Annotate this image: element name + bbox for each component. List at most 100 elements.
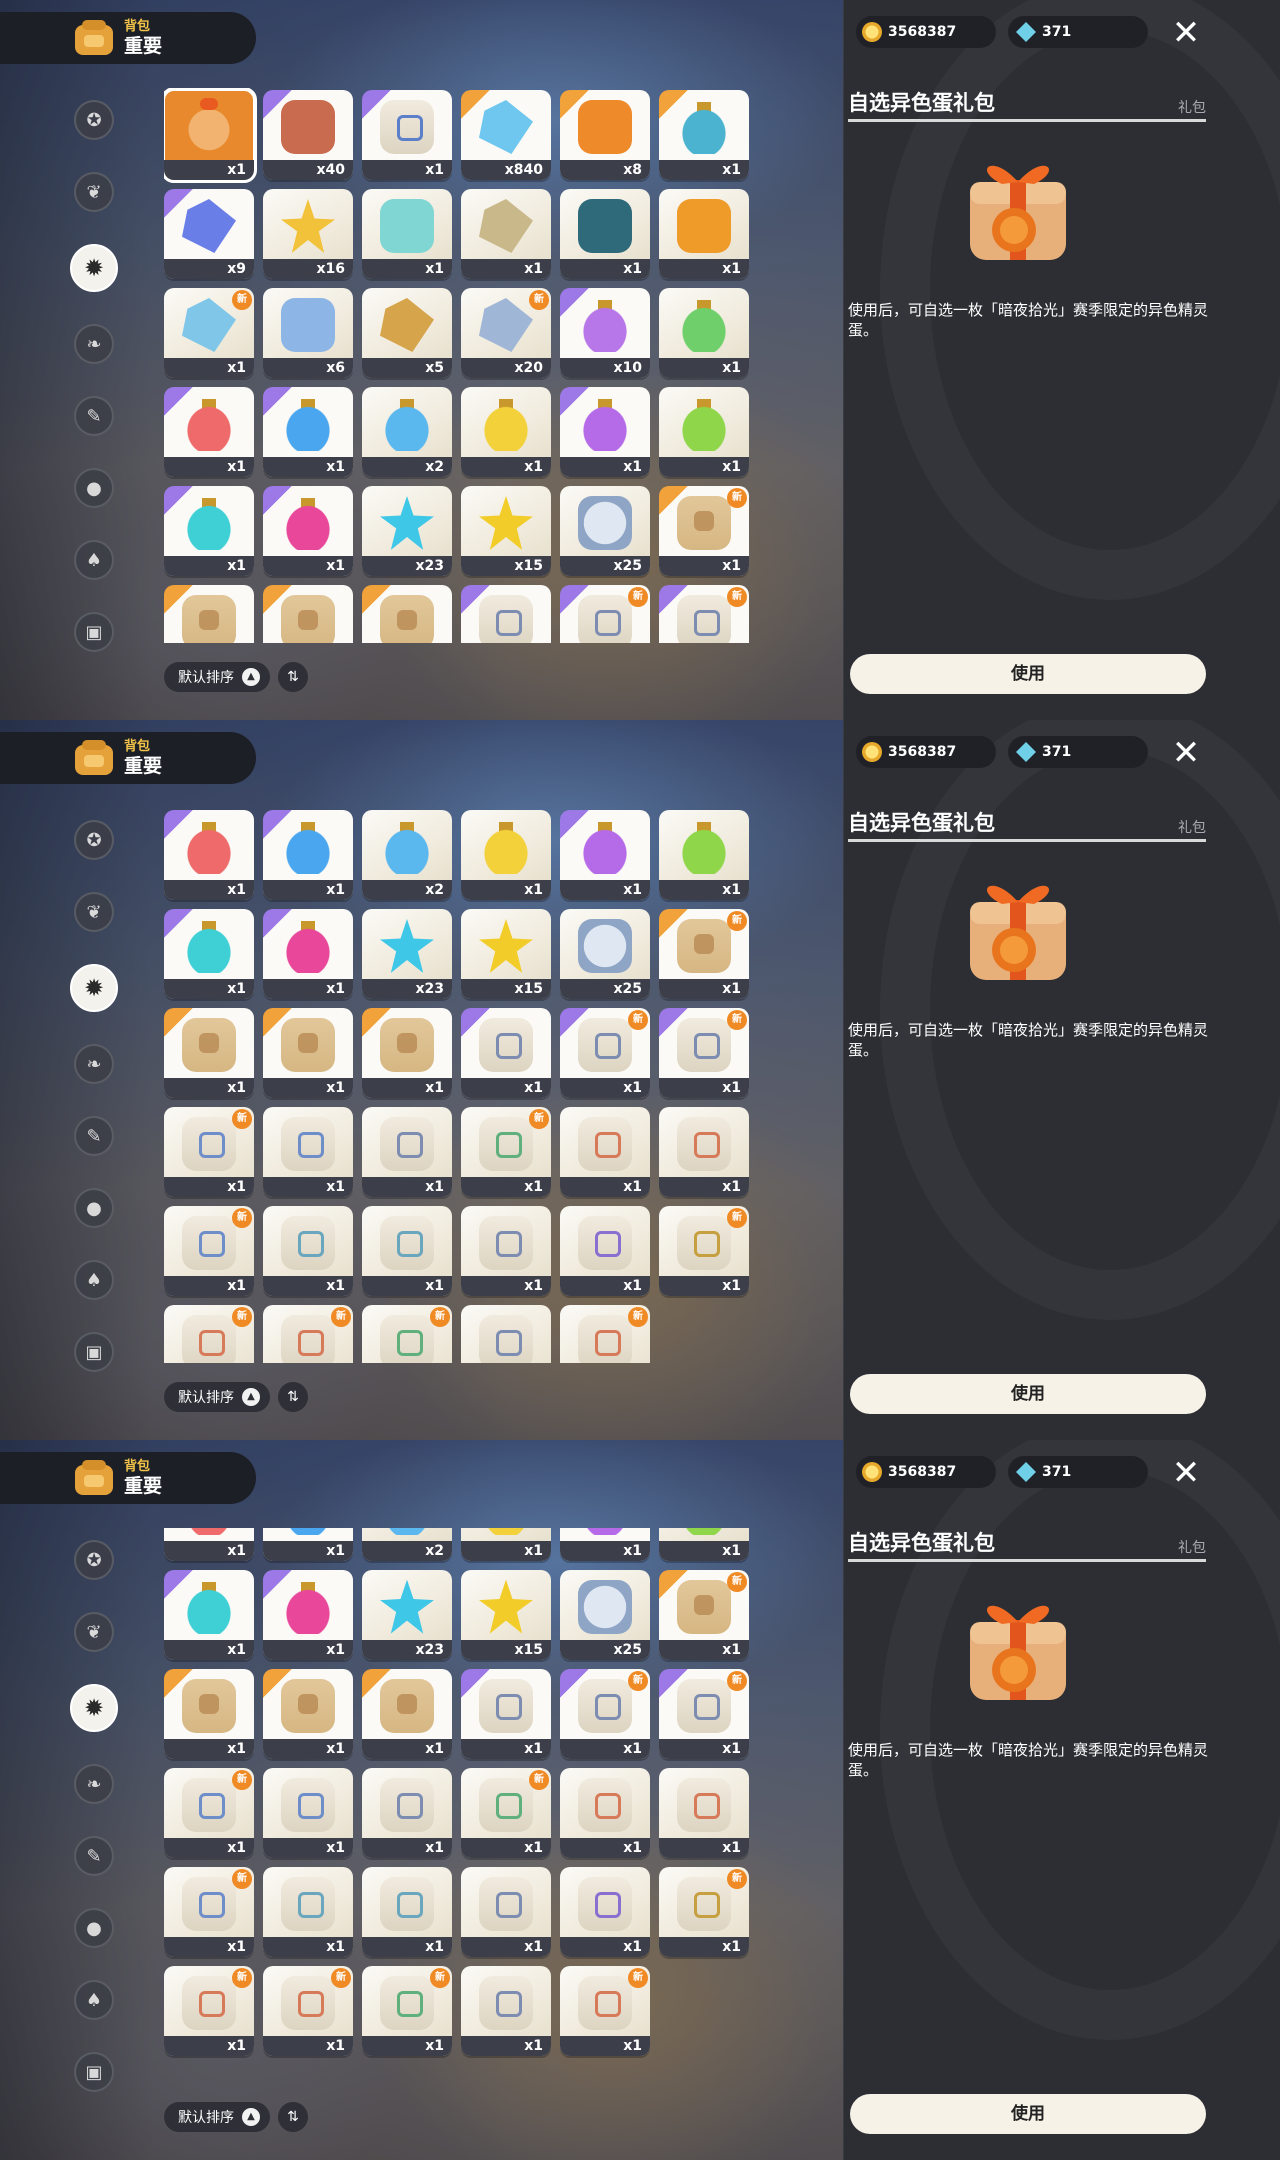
inventory-slot[interactable]: x15 bbox=[461, 486, 551, 576]
inventory-slot[interactable]: x1新 bbox=[560, 1008, 650, 1098]
inventory-slot[interactable]: x1新 bbox=[461, 1107, 551, 1197]
inventory-grid-viewport[interactable]: x1x40x1x840x8x1x9x16x1x1x1x1x1新x6x5x20新x… bbox=[164, 88, 754, 643]
inventory-slot[interactable]: x6 bbox=[263, 288, 353, 378]
inventory-slot[interactable]: x1新 bbox=[164, 1206, 254, 1296]
inventory-slot[interactable]: x1 bbox=[461, 1866, 551, 1957]
sort-dropdown[interactable]: 默认排序 ▲ bbox=[164, 2102, 270, 2132]
inventory-slot[interactable]: x2 bbox=[362, 1528, 452, 1561]
inventory-grid-viewport[interactable]: x1x40x1x840x8x1x9x16x1x1x1x1x1新x6x5x20新x… bbox=[164, 1528, 754, 2083]
inventory-slot[interactable]: x1新 bbox=[659, 1008, 749, 1098]
inventory-slot[interactable]: x10 bbox=[560, 288, 650, 378]
inventory-slot[interactable]: x1 bbox=[461, 1008, 551, 1098]
inventory-slot[interactable]: x1 bbox=[164, 88, 257, 183]
inventory-slot[interactable]: x1 bbox=[659, 288, 749, 378]
inventory-slot[interactable]: x1 bbox=[362, 1767, 452, 1858]
inventory-slot[interactable]: x1 bbox=[362, 1206, 452, 1296]
inventory-slot[interactable]: x1 bbox=[362, 1668, 452, 1759]
inventory-slot[interactable]: x1新 bbox=[560, 1965, 650, 2056]
inventory-slot[interactable]: x1 bbox=[164, 1008, 254, 1098]
inventory-slot[interactable]: x15 bbox=[461, 909, 551, 999]
inventory-slot[interactable]: x1 bbox=[263, 1206, 353, 1296]
inventory-slot[interactable]: x23 bbox=[362, 909, 452, 999]
inventory-slot[interactable]: x1新 bbox=[164, 288, 254, 378]
inventory-slot[interactable]: x25 bbox=[560, 1569, 650, 1660]
inventory-slot[interactable]: x1新 bbox=[560, 585, 650, 643]
nav-sprout-icon[interactable]: ❦ bbox=[74, 1612, 114, 1652]
nav-seal-icon[interactable]: ✹ bbox=[70, 244, 118, 292]
inventory-slot[interactable]: x20 新 bbox=[461, 288, 551, 378]
use-button[interactable]: 使用 bbox=[850, 654, 1206, 694]
nav-sprout-icon[interactable]: ❦ bbox=[74, 892, 114, 932]
use-button[interactable]: 使用 bbox=[850, 1374, 1206, 1414]
nav-star-icon[interactable]: ✪ bbox=[74, 100, 114, 140]
inventory-slot[interactable]: x1新 bbox=[164, 1866, 254, 1957]
inventory-slot[interactable]: x1新 bbox=[560, 1305, 650, 1363]
inventory-slot[interactable]: x1 bbox=[263, 1107, 353, 1197]
inventory-slot[interactable]: x1新 bbox=[659, 1668, 749, 1759]
nav-star-icon[interactable]: ✪ bbox=[74, 1540, 114, 1580]
inventory-slot[interactable]: x1 bbox=[560, 1107, 650, 1197]
sort-order-toggle-icon[interactable]: ⇅ bbox=[278, 662, 308, 692]
inventory-slot[interactable]: x1 bbox=[263, 1767, 353, 1858]
inventory-slot[interactable]: x1 bbox=[461, 1668, 551, 1759]
inventory-slot[interactable]: x1新 bbox=[164, 1305, 254, 1363]
inventory-slot[interactable]: x1 bbox=[362, 90, 452, 180]
nav-leaf-icon[interactable]: ❧ bbox=[74, 1764, 114, 1804]
inventory-slot[interactable]: x1 bbox=[461, 1305, 551, 1363]
nav-chest-icon[interactable]: ▣ bbox=[74, 612, 114, 652]
inventory-slot[interactable]: x1新 bbox=[659, 909, 749, 999]
inventory-slot[interactable]: x1新 bbox=[263, 1965, 353, 2056]
inventory-slot[interactable]: x1 bbox=[659, 1528, 749, 1561]
inventory-slot[interactable]: x5 bbox=[362, 288, 452, 378]
inventory-slot[interactable]: x1 bbox=[659, 90, 749, 180]
inventory-slot[interactable]: x1 bbox=[659, 1767, 749, 1858]
nav-acorn-icon[interactable]: ♠ bbox=[74, 540, 114, 580]
sort-order-toggle-icon[interactable]: ⇅ bbox=[278, 2102, 308, 2132]
nav-acorn-icon[interactable]: ♠ bbox=[74, 1980, 114, 2020]
close-icon[interactable]: ✕ bbox=[1169, 736, 1203, 770]
inventory-slot[interactable]: x1 bbox=[263, 810, 353, 900]
inventory-slot[interactable]: x1新 bbox=[362, 1965, 452, 2056]
nav-leaf-icon[interactable]: ❧ bbox=[74, 1044, 114, 1084]
inventory-slot[interactable]: x1 bbox=[560, 387, 650, 477]
inventory-slot[interactable]: x1 bbox=[263, 1528, 353, 1561]
inventory-slot[interactable]: x1 bbox=[263, 1668, 353, 1759]
inventory-grid-viewport[interactable]: x1x40x1x840x8x1x9x16x1x1x1x1x1新x6x5x20新x… bbox=[164, 808, 754, 1363]
inventory-slot[interactable]: x1 bbox=[659, 1107, 749, 1197]
inventory-slot[interactable]: x1 bbox=[659, 189, 749, 279]
inventory-slot[interactable]: x1 bbox=[263, 585, 353, 643]
inventory-slot[interactable]: x1 bbox=[362, 1107, 452, 1197]
inventory-slot[interactable]: x1 bbox=[560, 1206, 650, 1296]
inventory-slot[interactable]: x1 bbox=[461, 387, 551, 477]
inventory-slot[interactable]: x1 bbox=[164, 1569, 254, 1660]
inventory-slot[interactable]: x1 bbox=[362, 585, 452, 643]
inventory-slot[interactable]: x1新 bbox=[659, 486, 749, 576]
nav-leaf-icon[interactable]: ❧ bbox=[74, 324, 114, 364]
nav-chest-icon[interactable]: ▣ bbox=[74, 1332, 114, 1372]
inventory-slot[interactable]: x1 bbox=[263, 1569, 353, 1660]
close-icon[interactable]: ✕ bbox=[1169, 1456, 1203, 1490]
sort-dropdown[interactable]: 默认排序 ▲ bbox=[164, 1382, 270, 1412]
nav-scroll-icon[interactable]: ✎ bbox=[74, 1836, 114, 1876]
inventory-slot[interactable]: x1 bbox=[560, 189, 650, 279]
inventory-slot[interactable]: x1 bbox=[461, 1965, 551, 2056]
inventory-slot[interactable]: x1新 bbox=[263, 1305, 353, 1363]
inventory-slot[interactable]: x25 bbox=[560, 486, 650, 576]
inventory-slot[interactable]: x1新 bbox=[461, 1767, 551, 1858]
inventory-slot[interactable]: x1 bbox=[164, 486, 254, 576]
sort-dropdown[interactable]: 默认排序 ▲ bbox=[164, 662, 270, 692]
inventory-slot[interactable]: x1 bbox=[560, 1866, 650, 1957]
inventory-slot[interactable]: x1 bbox=[263, 486, 353, 576]
inventory-slot[interactable]: x1 bbox=[461, 810, 551, 900]
inventory-slot[interactable]: x1 bbox=[560, 1528, 650, 1561]
inventory-slot[interactable]: x1新 bbox=[164, 1107, 254, 1197]
inventory-slot[interactable]: x1 bbox=[560, 810, 650, 900]
inventory-slot[interactable]: x1 bbox=[263, 909, 353, 999]
nav-ball-icon[interactable]: ● bbox=[74, 468, 114, 508]
nav-scroll-icon[interactable]: ✎ bbox=[74, 1116, 114, 1156]
nav-sprout-icon[interactable]: ❦ bbox=[74, 172, 114, 212]
inventory-slot[interactable]: x1新 bbox=[659, 1206, 749, 1296]
inventory-slot[interactable]: x1 bbox=[362, 1866, 452, 1957]
nav-ball-icon[interactable]: ● bbox=[74, 1908, 114, 1948]
inventory-slot[interactable]: x1新 bbox=[362, 1305, 452, 1363]
